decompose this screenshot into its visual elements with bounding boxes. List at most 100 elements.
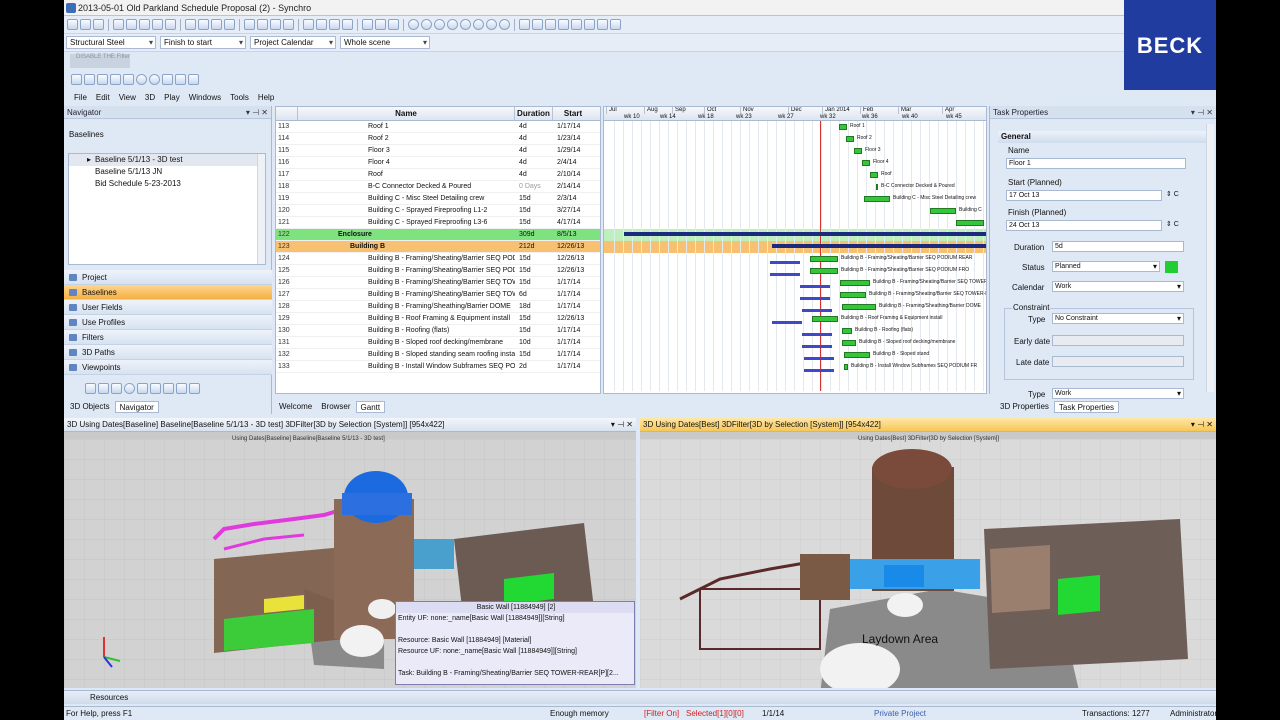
nav-item-use-profiles[interactable]: Use Profiles [64, 315, 272, 330]
viewport-close-icon[interactable]: ▾ ⊣ ✕ [1191, 418, 1213, 431]
task-bar[interactable] [812, 316, 838, 322]
nav-item-3d-paths[interactable]: 3D Paths [64, 345, 272, 360]
tool-b-icon[interactable] [84, 73, 95, 85]
nav-tool-7-icon[interactable] [163, 382, 174, 394]
relationship-combo[interactable]: Finish to start [160, 36, 246, 49]
tab-browser[interactable]: Browser [317, 401, 354, 413]
tool-a-icon[interactable] [71, 73, 82, 85]
task-bar[interactable] [870, 172, 878, 178]
duration-field[interactable]: 5d [1052, 241, 1184, 252]
task-bar[interactable] [864, 196, 890, 202]
grid-icon[interactable] [558, 19, 569, 30]
link-type-combo[interactable]: Structural Steel [66, 36, 156, 49]
table-row[interactable]: 125 Building B - Framing/Sheating/Barrier… [276, 265, 600, 277]
nav-item-baselines[interactable]: Baselines [64, 285, 272, 300]
rewind-icon[interactable] [408, 19, 419, 30]
nav-tool-3-icon[interactable] [111, 382, 122, 394]
menu-3d[interactable]: 3D [145, 93, 155, 102]
col-name-header[interactable]: Name [298, 107, 515, 120]
panel-pin-close-icon[interactable]: ▾ ⊣ ✕ [1191, 106, 1213, 119]
menu-view[interactable]: View [119, 93, 136, 102]
schedule-icon[interactable] [388, 19, 399, 30]
nav-tool-4-icon[interactable] [124, 382, 135, 394]
menu-help[interactable]: Help [258, 93, 274, 102]
nav-item-filters[interactable]: Filters [64, 330, 272, 345]
indent-icon[interactable] [185, 19, 196, 30]
col-duration-header[interactable]: Duration [515, 107, 553, 120]
zoom-icon[interactable] [316, 19, 327, 30]
summary-bar[interactable] [624, 232, 986, 236]
nav-item-user-fields[interactable]: User Fields [64, 300, 272, 315]
nav-tool-5-icon[interactable] [137, 382, 148, 394]
type2-dropdown[interactable]: Work [1052, 388, 1184, 399]
table-row[interactable]: 126 Building B - Framing/Sheating/Barrier… [276, 277, 600, 289]
stop-icon[interactable] [447, 19, 458, 30]
bar-chart-icon[interactable] [362, 19, 373, 30]
name-field[interactable]: Floor 1 [1006, 158, 1186, 169]
orbit-icon[interactable] [342, 19, 353, 30]
tool-j-icon[interactable] [188, 73, 199, 85]
constraint-type-dropdown[interactable]: No Constraint [1052, 313, 1184, 324]
finish-spin-icon[interactable]: ⇕ C [1166, 220, 1179, 228]
task-bar[interactable] [842, 340, 856, 346]
export-icon[interactable] [610, 19, 621, 30]
paste-icon[interactable] [165, 19, 176, 30]
properties-scrollbar[interactable] [1206, 124, 1214, 392]
table-row[interactable]: 130 Building B - Roofing (flats) 15d 1/17/1… [276, 325, 600, 337]
task-bar[interactable] [876, 184, 878, 190]
table-row[interactable]: 132 Building B - Sloped standing seam roo… [276, 349, 600, 361]
status-color-swatch[interactable] [1165, 261, 1178, 273]
scene-best[interactable] [640, 432, 1216, 688]
tab-3d-properties[interactable]: 3D Properties [996, 401, 1053, 413]
open-icon[interactable] [80, 19, 91, 30]
tool-f-icon[interactable] [136, 73, 147, 85]
task-bar[interactable] [930, 208, 956, 214]
tree-item-bid-schedule[interactable]: Bid Schedule 5-23-2013 [69, 178, 265, 190]
nav-tool-8-icon[interactable] [176, 382, 187, 394]
table-row[interactable]: 120 Building C - Sprayed Fireproofing L1-… [276, 205, 600, 217]
select-icon[interactable] [303, 19, 314, 30]
light-icon[interactable] [584, 19, 595, 30]
unlink-icon[interactable] [224, 19, 235, 30]
tab-navigator[interactable]: Navigator [114, 401, 159, 413]
copy-icon[interactable] [152, 19, 163, 30]
tool-g-icon[interactable] [149, 73, 160, 85]
step-forward-icon[interactable] [473, 19, 484, 30]
table-row[interactable]: 113 Roof 1 4d 1/17/14 [276, 121, 600, 133]
play-back-icon[interactable] [434, 19, 445, 30]
general-group-header[interactable]: General [998, 131, 1210, 143]
table-row[interactable]: 123 Building B 212d 12/26/13 [276, 241, 600, 253]
table-row[interactable]: 115 Floor 3 4d 1/29/14 [276, 145, 600, 157]
menu-windows[interactable]: Windows [189, 93, 221, 102]
tool-h-icon[interactable] [162, 73, 173, 85]
undo-icon[interactable] [113, 19, 124, 30]
table-row[interactable]: 131 Building B - Sloped roof decking/memb… [276, 337, 600, 349]
table-row[interactable]: 116 Floor 4 4d 2/4/14 [276, 157, 600, 169]
outdent-icon[interactable] [198, 19, 209, 30]
tool-c-icon[interactable] [97, 73, 108, 85]
render-icon[interactable] [597, 19, 608, 30]
tab-welcome[interactable]: Welcome [275, 401, 316, 413]
finish-field[interactable]: 24 Oct 13 [1006, 220, 1162, 231]
menu-file[interactable]: File [74, 93, 87, 102]
viewport-best[interactable]: 3D Using Dates[Best] 3DFilter[3D by Sele… [640, 418, 1216, 688]
tree-item-baseline-3d-test[interactable]: ▸ Baseline 5/1/13 - 3D test [69, 154, 265, 166]
camera-icon[interactable] [532, 19, 543, 30]
tab-3d-objects[interactable]: 3D Objects [66, 401, 114, 413]
nav-tool-6-icon[interactable] [150, 382, 161, 394]
step-back-icon[interactable] [421, 19, 432, 30]
task-bar[interactable] [862, 160, 870, 166]
nav-tool-9-icon[interactable] [189, 382, 200, 394]
play-icon[interactable] [460, 19, 471, 30]
table-row[interactable]: 133 Building B - Install Window Subframes… [276, 361, 600, 373]
milestone-icon[interactable] [257, 19, 268, 30]
scene-combo[interactable]: Whole scene [340, 36, 430, 49]
menu-tools[interactable]: Tools [230, 93, 249, 102]
tree-item-baseline-jn[interactable]: Baseline 5/1/13 JN [69, 166, 265, 178]
status-dropdown[interactable]: Planned [1052, 261, 1160, 272]
settings-icon[interactable] [545, 19, 556, 30]
calendar-dropdown[interactable]: Work [1052, 281, 1184, 292]
task-bar[interactable] [840, 292, 866, 298]
table-row[interactable]: 128 Building B - Framing/Sheathing/Barrie… [276, 301, 600, 313]
record-icon[interactable] [499, 19, 510, 30]
